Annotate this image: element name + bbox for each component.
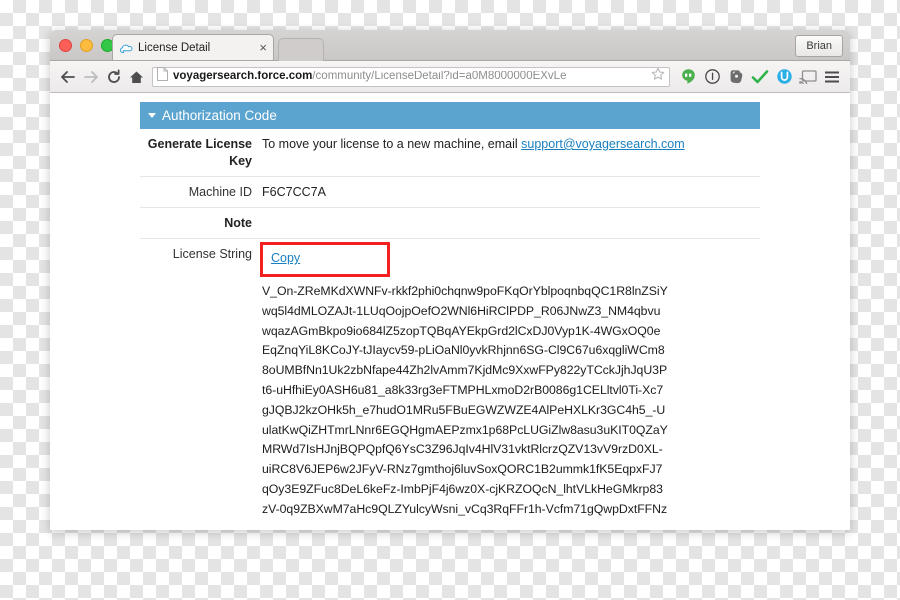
license-string-line: 8oUMBfNn1Uk2zbNfape44Zh2lvAmm7KjdMc9XxwF… [262, 363, 668, 378]
tab-close-icon[interactable]: × [255, 41, 267, 54]
license-string-line: ulatKwQiZHTmrLNnr6EGQHgmAEPzmx1p68PcLUGi… [262, 422, 668, 437]
license-string-line: wqazAGmBkpo9io684lZ5zopTQBqAYEkpGrd2lCxD… [262, 323, 661, 338]
browser-tab-license-detail[interactable]: License Detail × [112, 34, 274, 60]
row-label-generate-license-key: Generate License Key [147, 137, 252, 168]
row-value-note [262, 208, 760, 221]
copy-link-highlight-box: Copy [260, 242, 390, 277]
url-path: /community/LicenseDetail?id=a0M8000000EX… [312, 70, 567, 82]
row-value-license-string: Copy V_On-ZReMKdXWNFv-rkkf2phi0chqnw9poF… [260, 239, 760, 526]
row-generate-license-key: Generate License Key To move your licens… [140, 129, 760, 177]
checkmark-icon[interactable] [748, 65, 772, 89]
authorization-code-section-header[interactable]: Authorization Code [140, 102, 760, 129]
minimize-window-button[interactable] [80, 39, 93, 52]
license-string-line: MRWd7IsHJnjBQPQpfQ6YsC3Z96JqIv4HlV31vktR… [262, 442, 663, 457]
license-string-line: gJQBJ2kzOHk5h_e7hudO1MRu5FBuEGWZWZE4AlPe… [262, 402, 666, 417]
page-viewport: Authorization Code Generate License Key … [50, 93, 850, 530]
url-host: voyagersearch.force.com [173, 70, 313, 82]
row-license-string: License String Copy V_On-ZReMKdXWNFv-rkk… [140, 239, 760, 526]
license-string-line: EqZnqYiL8KCoJY-tJIaycv59-pLiOaNl0yvkRhjn… [262, 343, 665, 358]
cast-icon[interactable] [796, 65, 820, 89]
info-circle-icon[interactable] [700, 65, 724, 89]
row-note: Note [140, 208, 760, 239]
support-email-link[interactable]: support@voyagersearch.com [521, 137, 684, 151]
row-value-machine-id: F6C7CC7A [262, 185, 326, 199]
row-label-machine-id: Machine ID [188, 185, 252, 199]
row-machine-id: Machine ID F6C7CC7A [140, 177, 760, 208]
page-document-icon [157, 67, 168, 86]
row-value-generate-license-key: To move your license to a new machine, e… [262, 129, 760, 159]
browser-toolbar: voyagersearch.force.com/community/Licens… [50, 61, 850, 93]
license-string-line: wq5l4dMLOZAJt-1LUqOojpOefO2WNl6HiRClPDP_… [262, 303, 661, 318]
menu-icon[interactable] [820, 65, 844, 89]
row-label-note: Note [224, 216, 252, 230]
hangouts-icon[interactable] [676, 65, 700, 89]
copy-license-string-link[interactable]: Copy [271, 251, 300, 265]
new-tab-button[interactable] [278, 38, 324, 61]
window-traffic-lights [59, 39, 114, 52]
chevron-down-icon[interactable] [148, 113, 156, 118]
license-string-line: qOy3E9ZFuc8DeL6keFz-ImbPjF4j6wz0X-cjKRZO… [262, 481, 663, 496]
license-string-line: uiRC8V6JEP6w2JFyV-RNz7gmthoj6luvSoxQORC1… [262, 462, 663, 477]
url-text: voyagersearch.force.com/community/Licens… [173, 71, 647, 83]
salesforce-cloud-icon [119, 42, 133, 54]
browser-profile-button[interactable]: Brian [795, 35, 843, 57]
bookmark-star-icon[interactable] [651, 67, 665, 86]
license-string-line: V_On-ZReMKdXWNFv-rkkf2phi0chqnw9poFKqOrY… [262, 284, 668, 298]
row-label-license-string: License String [172, 247, 252, 261]
browser-window: License Detail × Brian voyagersearch.for… [50, 30, 850, 530]
forward-button [79, 65, 102, 88]
ublock-icon[interactable] [772, 65, 796, 89]
home-button[interactable] [125, 65, 148, 88]
license-string-line: zV-0q9ZBXwM7aHc9QLZYulcyWsni_vCq3RqFFr1h… [262, 501, 668, 516]
section-title: Authorization Code [162, 108, 277, 123]
tab-title: License Detail [138, 41, 211, 54]
license-detail-panel: Authorization Code Generate License Key … [140, 102, 760, 526]
back-button[interactable] [56, 65, 79, 88]
generate-instruction-text: To move your license to a new machine, e… [262, 137, 522, 151]
reload-button[interactable] [102, 65, 125, 88]
evernote-icon[interactable] [724, 65, 748, 89]
license-string-line: t6-uHfhiEy0ASH6u81_a8k33rg3eFTMPHLxmoD2r… [262, 382, 664, 397]
browser-tab-bar: License Detail × Brian [50, 30, 850, 61]
address-bar[interactable]: voyagersearch.force.com/community/Licens… [152, 66, 670, 87]
license-string-text: V_On-ZReMKdXWNFv-rkkf2phi0chqnw9poFKqOrY… [262, 277, 760, 520]
close-window-button[interactable] [59, 39, 72, 52]
